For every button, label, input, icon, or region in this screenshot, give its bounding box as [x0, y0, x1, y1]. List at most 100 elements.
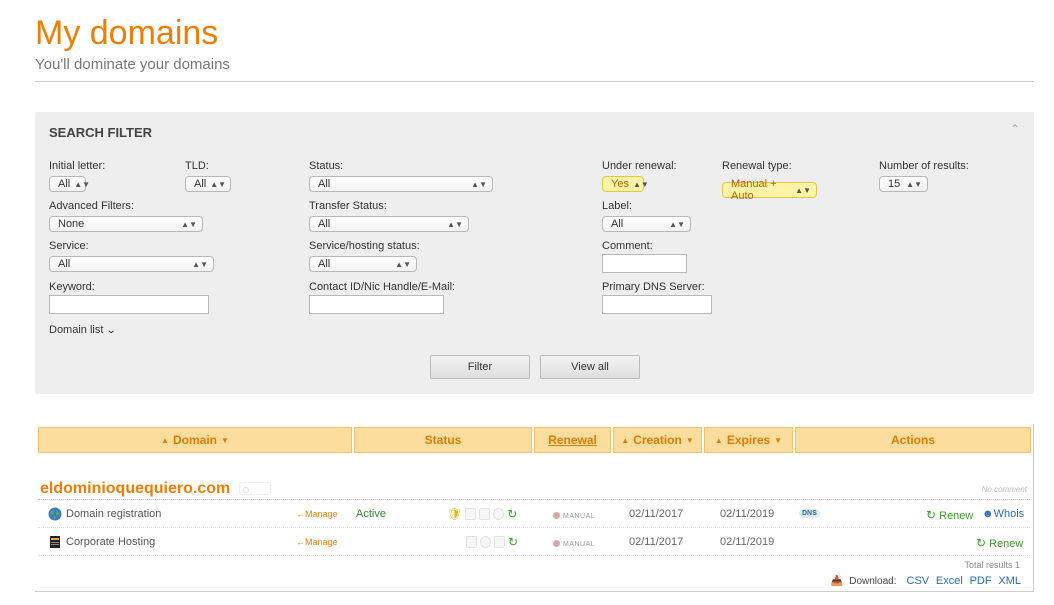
- expiry-date: 02/11/2019: [720, 536, 775, 548]
- creation-date: 02/11/2017: [629, 508, 684, 520]
- download-csv-link[interactable]: CSV: [907, 575, 930, 587]
- comment-filter: Comment:: [602, 240, 687, 273]
- tld-select[interactable]: All ▲▼: [185, 176, 231, 192]
- search-filter-title: SEARCH FILTER: [49, 125, 153, 140]
- label-select[interactable]: All ▲▼: [602, 216, 691, 232]
- sort-down-icon[interactable]: ▼: [221, 436, 229, 445]
- globe-icon: [48, 507, 62, 521]
- download-bar: 📥 Download: CSV Excel PDF XML: [831, 575, 1021, 587]
- column-header-expires[interactable]: ▲ Expires ▼: [704, 427, 793, 453]
- primary-dns-input[interactable]: [602, 295, 712, 314]
- service-hosting-status-select[interactable]: All ▲▼: [309, 256, 417, 272]
- initial-letter-label: Initial letter:: [49, 160, 106, 172]
- under-renewal-select[interactable]: Yes ▲▼: [602, 176, 649, 192]
- table-row: Domain registration ←Manage Active 🛡 ↻ M…: [35, 502, 1034, 526]
- domain-comment[interactable]: No comment: [982, 485, 1027, 494]
- row-divider: [38, 555, 1030, 556]
- view-all-button[interactable]: View all: [540, 355, 640, 379]
- page-subtitle: You'll dominate your domains: [35, 56, 230, 73]
- auto-renew-icon: ↻: [508, 535, 519, 549]
- comment-label: Comment:: [602, 240, 653, 252]
- transfer-status-select[interactable]: All ▲▼: [309, 216, 469, 232]
- domain-list-label: Domain list: [49, 324, 104, 336]
- filter-button[interactable]: Filter: [430, 355, 530, 379]
- chevron-down-icon: ⌄: [106, 325, 118, 336]
- search-filter-panel: SEARCH FILTER ⌃ Initial letter: All ▲▼ TL…: [35, 112, 1034, 394]
- domain-name-link[interactable]: eldominioquequiero.com: [40, 480, 230, 498]
- manage-link[interactable]: ←Manage: [296, 537, 338, 547]
- keyword-input[interactable]: [49, 295, 209, 314]
- renewal-type-select[interactable]: Manual + Auto ▲▼: [722, 178, 817, 202]
- service-hosting-status-label: Service/hosting status:: [309, 240, 420, 252]
- manage-link[interactable]: ←Manage: [296, 509, 338, 519]
- number-of-results-filter: Number of results: 15 ▲▼: [879, 160, 969, 192]
- contact-id-filter: Contact ID/Nic Handle/E-Mail:: [309, 281, 455, 314]
- select-arrows-icon: ▲▼: [669, 219, 685, 229]
- keyword-label: Keyword:: [49, 281, 95, 293]
- advanced-filters-select[interactable]: None ▲▼: [49, 216, 203, 232]
- contact-id-label: Contact ID/Nic Handle/E-Mail:: [309, 281, 456, 293]
- column-header-creation[interactable]: ▲ Creation ▼: [613, 427, 702, 453]
- tld-filter: TLD: All ▲▼: [185, 160, 231, 192]
- renewal-dot-icon: [553, 511, 560, 519]
- sort-up-icon[interactable]: ▲: [715, 436, 723, 445]
- service-hosting-status-filter: Service/hosting status: All ▲▼: [309, 240, 420, 272]
- service-name[interactable]: Corporate Hosting: [66, 536, 155, 548]
- initial-letter-select[interactable]: All ▲▼: [49, 176, 90, 192]
- renew-icon: ↻: [976, 536, 987, 550]
- primary-dns-filter: Primary DNS Server:: [602, 281, 712, 314]
- download-excel-link[interactable]: Excel: [936, 575, 963, 587]
- number-of-results-label: Number of results:: [879, 160, 969, 172]
- number-of-results-select[interactable]: 15 ▲▼: [879, 176, 928, 192]
- renewal-type: MANUAL: [553, 537, 595, 549]
- whois-action[interactable]: ☻Whois: [982, 508, 1024, 520]
- download-pdf-link[interactable]: PDF: [970, 575, 992, 587]
- contact-id-input[interactable]: [309, 295, 444, 314]
- keyword-filter: Keyword:: [49, 281, 209, 314]
- column-header-domain[interactable]: ▲ Domain ▼: [38, 427, 352, 453]
- column-header-actions: Actions: [795, 427, 1031, 453]
- status-text: Active: [356, 508, 386, 520]
- domain-list-toggle[interactable]: Domain list ⌄: [49, 324, 118, 336]
- select-arrows-icon: ▲▼: [632, 179, 649, 189]
- label-label: Label:: [602, 200, 632, 212]
- transfer-status-label: Transfer Status:: [309, 200, 387, 212]
- table-row: Corporate Hosting ←Manage ↻ MANUAL 02/11…: [35, 530, 1034, 554]
- advanced-filters-label: Advanced Filters:: [49, 200, 134, 212]
- renew-icon: ↻: [926, 508, 937, 522]
- domain-divider: [38, 499, 1030, 500]
- primary-dns-label: Primary DNS Server:: [602, 281, 705, 293]
- select-arrows-icon: ▲▼: [395, 259, 411, 269]
- download-xml-link[interactable]: XML: [998, 575, 1021, 587]
- renew-action[interactable]: ↻ Renew: [926, 508, 973, 522]
- lock-icon: [465, 508, 477, 520]
- column-header-status: Status: [354, 427, 532, 453]
- tag-icon[interactable]: [239, 482, 271, 495]
- sort-up-icon[interactable]: ▲: [161, 436, 169, 445]
- select-arrows-icon: ▲▼: [906, 179, 922, 189]
- service-filter: Service: All ▲▼: [49, 240, 214, 272]
- expiry-date: 02/11/2019: [720, 508, 775, 520]
- renewal-type: MANUAL: [553, 509, 595, 521]
- service-select[interactable]: All ▲▼: [49, 256, 214, 272]
- download-icon: 📥: [830, 575, 844, 587]
- renewal-type-filter: Renewal type: Manual + Auto ▲▼: [722, 160, 817, 202]
- sort-down-icon[interactable]: ▼: [774, 436, 782, 445]
- service-name[interactable]: Domain registration: [66, 508, 161, 520]
- under-renewal-label: Under renewal:: [602, 160, 677, 172]
- grid-icon: [494, 536, 505, 548]
- label-filter: Label: All ▲▼: [602, 200, 691, 232]
- comment-input[interactable]: [602, 254, 687, 273]
- status-select[interactable]: All ▲▼: [309, 176, 493, 192]
- renew-action[interactable]: ↻ Renew: [976, 536, 1023, 550]
- globe-outline-icon: [480, 536, 491, 548]
- sort-down-icon[interactable]: ▼: [686, 436, 694, 445]
- total-results: Total results 1: [964, 560, 1020, 570]
- dns-badge[interactable]: DNS: [799, 509, 820, 518]
- renewal-dot-icon: [553, 539, 560, 547]
- sort-up-icon[interactable]: ▲: [621, 436, 629, 445]
- chevron-up-icon[interactable]: ⌃: [1010, 122, 1020, 136]
- column-header-renewal[interactable]: Renewal: [534, 427, 611, 453]
- tld-label: TLD:: [185, 160, 209, 172]
- clock-icon: [493, 508, 505, 520]
